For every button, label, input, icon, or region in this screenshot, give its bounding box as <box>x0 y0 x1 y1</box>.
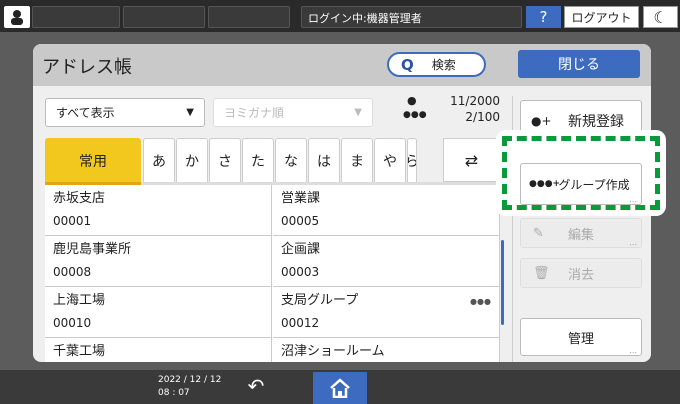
entry-name: 営業課 <box>281 191 321 206</box>
entry-name: 支局グループ <box>281 293 359 308</box>
tab-kana[interactable]: な <box>275 138 307 182</box>
close-button[interactable]: 閉じる <box>518 50 640 78</box>
list-item[interactable]: 企画課 00003 <box>273 236 500 287</box>
list-item[interactable]: 千葉工場 <box>45 338 272 362</box>
search-label: 検索 <box>431 58 456 72</box>
back-button[interactable]: ↶ <box>243 374 269 400</box>
list-item[interactable]: 営業課 00005 <box>273 185 500 236</box>
entry-id: 00010 <box>53 316 92 330</box>
time-display: 08 : 07 <box>158 388 190 398</box>
entry-name: 千葉工場 <box>53 344 106 359</box>
search-icon: Q <box>401 55 414 74</box>
status-slot-1 <box>32 6 120 28</box>
sort-select[interactable]: ヨミガナ順 ▼ <box>213 98 373 127</box>
tab-kana[interactable]: は <box>308 138 340 182</box>
tab-kana[interactable]: さ <box>209 138 241 182</box>
entry-name: 企画課 <box>281 242 321 257</box>
add-user-icon: ●+ <box>531 114 552 128</box>
tab-kana[interactable]: か <box>176 138 208 182</box>
user-count-icon: ● <box>407 94 417 107</box>
entry-name: 赤坂支店 <box>53 191 106 206</box>
trash-icon: 🗑 <box>533 265 550 281</box>
panel-header: アドレス帳 Q 検索 閉じる <box>33 44 651 86</box>
tab-kana[interactable]: ら <box>407 138 417 182</box>
group-count: 2/100 <box>465 110 500 124</box>
tab-kana[interactable]: あ <box>143 138 175 182</box>
switch-tabs-button[interactable]: ⇄ <box>443 138 500 182</box>
back-arrow-icon: ↶ <box>247 374 265 398</box>
entry-name: 鹿児島事業所 <box>53 242 132 257</box>
delete-button[interactable]: 🗑 消去 <box>520 258 642 288</box>
help-button[interactable]: ? <box>526 6 561 28</box>
group-count-icon: ●●● <box>403 110 427 120</box>
tab-frequent[interactable]: 常用 <box>45 138 141 182</box>
login-status[interactable]: ログイン中:機器管理者 <box>301 6 522 28</box>
manage-button[interactable]: 管理... <box>520 318 642 356</box>
entry-id: 00001 <box>53 214 92 228</box>
list-item[interactable]: 赤坂支店 00001 <box>45 185 272 236</box>
list-item[interactable]: 沼津ショールーム <box>273 338 500 362</box>
group-icon: ●●● <box>470 297 491 306</box>
top-bar: ログイン中:機器管理者 ? ログアウト ☾ <box>0 0 680 32</box>
date-display: 2022 / 12 / 12 <box>158 375 222 385</box>
swap-icon: ⇄ <box>464 150 479 170</box>
display-filter-select[interactable]: すべて表示 ▼ <box>45 98 205 127</box>
pencil-icon: ✎ <box>533 225 544 241</box>
edit-button[interactable]: ✎ 編集... <box>520 218 642 248</box>
entry-id: 00012 <box>281 316 320 330</box>
page-title: アドレス帳 <box>42 57 132 78</box>
status-slot-2 <box>123 6 205 28</box>
entry-id: 00003 <box>281 265 320 279</box>
entry-name: 沼津ショールーム <box>281 344 385 359</box>
user-count: 11/2000 <box>450 94 500 108</box>
create-group-button[interactable]: ●●●+ グループ作成... <box>520 163 642 205</box>
search-button[interactable]: Q 検索 <box>387 52 486 77</box>
entry-name: 上海工場 <box>53 293 106 308</box>
tab-kana[interactable]: や <box>374 138 406 182</box>
home-icon <box>330 378 350 398</box>
user-icon[interactable] <box>4 6 30 28</box>
tab-kana[interactable]: た <box>242 138 274 182</box>
dropdown-arrow-icon: ▼ <box>354 107 362 118</box>
list-item[interactable]: 支局グループ 00012 ●●● <box>273 287 500 338</box>
entry-id: 00008 <box>53 265 92 279</box>
energy-saver-button[interactable]: ☾ <box>643 6 678 28</box>
bottom-bar: 2022 / 12 / 12 08 : 07 ↶ <box>0 370 680 404</box>
list-item[interactable]: 鹿児島事業所 00008 <box>45 236 272 287</box>
home-button[interactable] <box>313 372 367 404</box>
dropdown-arrow-icon: ▼ <box>186 107 194 118</box>
status-slot-3 <box>208 6 290 28</box>
add-group-icon: ●●●+ <box>529 179 561 189</box>
logout-button[interactable]: ログアウト <box>564 6 639 28</box>
list-item[interactable]: 上海工場 00010 <box>45 287 272 338</box>
entry-id: 00005 <box>281 214 320 228</box>
tab-kana[interactable]: ま <box>341 138 373 182</box>
entry-list: 赤坂支店 00001 営業課 00005 鹿児島事業所 00008 企画課 00003 上海工場… <box>45 185 500 362</box>
moon-icon: ☾ <box>653 7 668 27</box>
scrollbar[interactable] <box>501 240 504 325</box>
